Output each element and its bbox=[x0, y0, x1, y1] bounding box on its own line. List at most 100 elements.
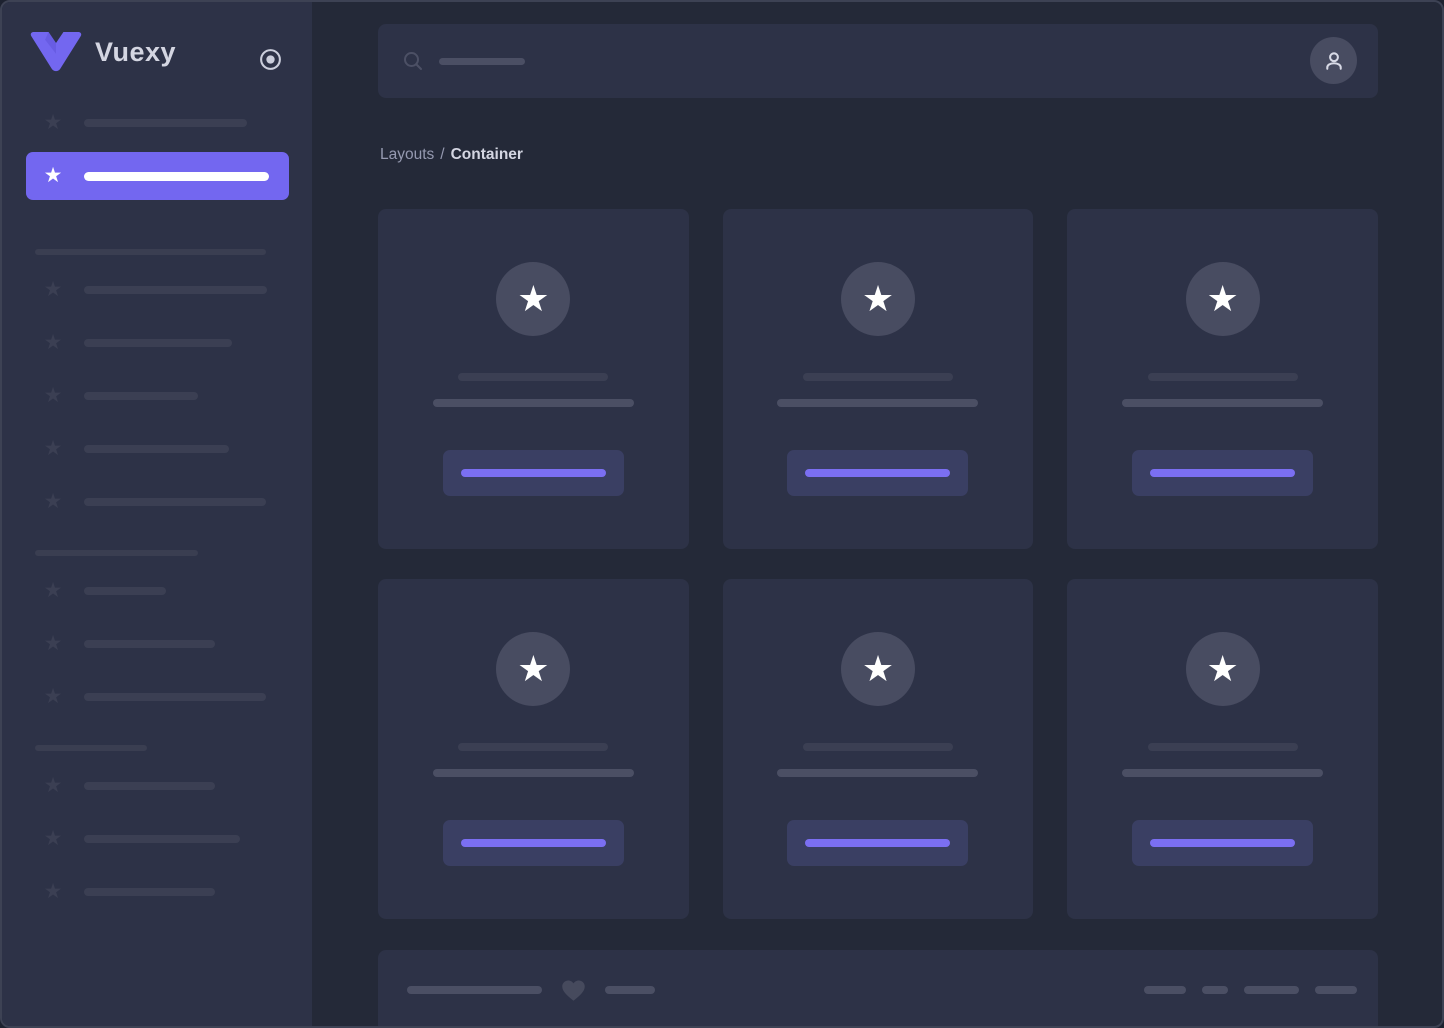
sidebar-item-active[interactable]: ★ bbox=[26, 152, 289, 200]
search-input[interactable] bbox=[402, 24, 525, 98]
media-skeleton-card bbox=[378, 950, 1378, 1026]
sidebar-section: ★ ★ ★ bbox=[2, 550, 312, 709]
star-icon: ★ bbox=[43, 111, 63, 134]
card-avatar-circle: ★ bbox=[496, 262, 571, 336]
search-icon bbox=[402, 50, 424, 72]
skeleton-line bbox=[432, 399, 634, 407]
brand-title: Vuexy bbox=[95, 37, 177, 67]
sidebar-item-label-skeleton bbox=[84, 119, 247, 127]
button-label-skeleton bbox=[1150, 469, 1296, 477]
sidebar-section-heading-skeleton bbox=[35, 550, 198, 556]
star-icon: ★ bbox=[43, 384, 63, 407]
sidebar-item[interactable]: ★ bbox=[2, 490, 312, 514]
sidebar-sections: ★ ★ ★ ★ ★ ★ ★ ★ ★ ★ ★ bbox=[2, 249, 312, 935]
media-right-group bbox=[1144, 986, 1357, 994]
sidebar-item[interactable]: ★ bbox=[2, 827, 312, 851]
card-avatar-circle: ★ bbox=[1185, 262, 1260, 336]
skeleton-line bbox=[777, 399, 979, 407]
skeleton-line bbox=[1147, 373, 1298, 381]
app-window: Vuexy ★ ★ ★ ★ ★ ★ ★ ★ ★ ★ ★ ★ ★ Layouts … bbox=[0, 0, 1444, 1028]
button-label-skeleton bbox=[460, 469, 606, 477]
user-avatar-button[interactable] bbox=[1310, 37, 1357, 84]
heart-icon bbox=[560, 977, 587, 1003]
sidebar-item[interactable]: ★ bbox=[2, 579, 312, 603]
sidebar-item-label-skeleton bbox=[84, 587, 166, 595]
search-placeholder-skeleton bbox=[439, 57, 525, 65]
star-icon: ★ bbox=[861, 648, 895, 689]
star-icon: ★ bbox=[43, 278, 63, 301]
breadcrumb-current: Container bbox=[450, 146, 523, 163]
skeleton-card: ★ bbox=[1067, 209, 1378, 549]
card-button[interactable] bbox=[442, 450, 624, 496]
button-label-skeleton bbox=[1150, 839, 1296, 847]
star-icon: ★ bbox=[43, 685, 63, 708]
sidebar-section-heading-skeleton bbox=[35, 745, 147, 751]
radio-circle-icon[interactable] bbox=[258, 47, 283, 72]
sidebar-item-label-skeleton bbox=[84, 782, 215, 790]
star-icon: ★ bbox=[43, 579, 63, 602]
skeleton-bar bbox=[1144, 986, 1186, 994]
card-button[interactable] bbox=[442, 820, 624, 866]
star-icon: ★ bbox=[43, 437, 63, 460]
card-avatar-circle: ★ bbox=[496, 632, 571, 706]
card-button[interactable] bbox=[1132, 820, 1314, 866]
skeleton-line bbox=[458, 743, 609, 751]
person-icon bbox=[1321, 48, 1347, 74]
card-button[interactable] bbox=[1132, 450, 1314, 496]
sidebar-item[interactable]: ★ bbox=[2, 685, 312, 709]
sidebar-item-label-skeleton bbox=[84, 835, 240, 843]
skeleton-card: ★ bbox=[378, 579, 689, 919]
star-icon: ★ bbox=[517, 648, 550, 689]
skeleton-card: ★ bbox=[378, 209, 689, 549]
skeleton-card: ★ bbox=[1067, 579, 1378, 919]
sidebar-item[interactable]: ★ bbox=[2, 384, 312, 408]
top-navbar bbox=[378, 24, 1378, 98]
skeleton-line bbox=[432, 769, 634, 777]
breadcrumb-parent[interactable]: Layouts bbox=[380, 146, 434, 163]
card-button[interactable] bbox=[787, 450, 969, 496]
star-icon: ★ bbox=[43, 827, 63, 850]
skeleton-line bbox=[1147, 743, 1298, 751]
sidebar-item-label-skeleton bbox=[84, 339, 232, 347]
button-label-skeleton bbox=[460, 839, 606, 847]
skeleton-line bbox=[777, 769, 979, 777]
star-icon: ★ bbox=[43, 880, 63, 903]
sidebar-item[interactable]: ★ bbox=[2, 331, 312, 355]
sidebar-item[interactable]: ★ bbox=[2, 774, 312, 798]
skeleton-line bbox=[802, 373, 953, 381]
button-label-skeleton bbox=[805, 469, 951, 477]
brand[interactable]: Vuexy bbox=[30, 32, 176, 73]
star-icon: ★ bbox=[43, 164, 63, 187]
breadcrumb-separator: / bbox=[440, 146, 445, 163]
skeleton-bar bbox=[605, 986, 655, 994]
sidebar-item[interactable]: ★ bbox=[2, 880, 312, 904]
star-icon: ★ bbox=[517, 278, 550, 319]
sidebar-section: ★ ★ ★ ★ ★ bbox=[2, 249, 312, 514]
sidebar-item[interactable]: ★ bbox=[2, 111, 312, 135]
skeleton-bar bbox=[407, 986, 542, 994]
sidebar-item-label-skeleton bbox=[84, 392, 198, 400]
skeleton-line bbox=[1122, 769, 1324, 777]
sidebar-item[interactable]: ★ bbox=[2, 632, 312, 656]
card-button[interactable] bbox=[787, 820, 969, 866]
skeleton-card: ★ bbox=[722, 579, 1034, 919]
sidebar-section-heading-skeleton bbox=[35, 249, 266, 255]
card-avatar-circle: ★ bbox=[840, 632, 915, 706]
skeleton-bar bbox=[1315, 986, 1357, 994]
skeleton-bar bbox=[1244, 986, 1299, 994]
skeleton-line bbox=[1122, 399, 1324, 407]
button-label-skeleton bbox=[805, 839, 951, 847]
star-icon: ★ bbox=[43, 632, 63, 655]
breadcrumb: Layouts / Container bbox=[380, 146, 523, 164]
star-icon: ★ bbox=[43, 331, 63, 354]
sidebar-item-label-skeleton bbox=[84, 640, 215, 648]
star-icon: ★ bbox=[861, 278, 895, 319]
sidebar-item[interactable]: ★ bbox=[2, 437, 312, 461]
star-icon: ★ bbox=[1206, 648, 1239, 689]
sidebar-item-label-skeleton bbox=[84, 286, 267, 294]
card-grid: ★ ★ ★ ★ ★ ★ bbox=[378, 209, 1378, 919]
sidebar-item[interactable]: ★ bbox=[2, 278, 312, 302]
vuexy-logo-icon bbox=[30, 32, 82, 73]
sidebar: Vuexy ★ ★ ★ ★ ★ ★ ★ ★ ★ ★ ★ ★ ★ bbox=[2, 2, 312, 1026]
card-avatar-circle: ★ bbox=[1185, 632, 1260, 706]
